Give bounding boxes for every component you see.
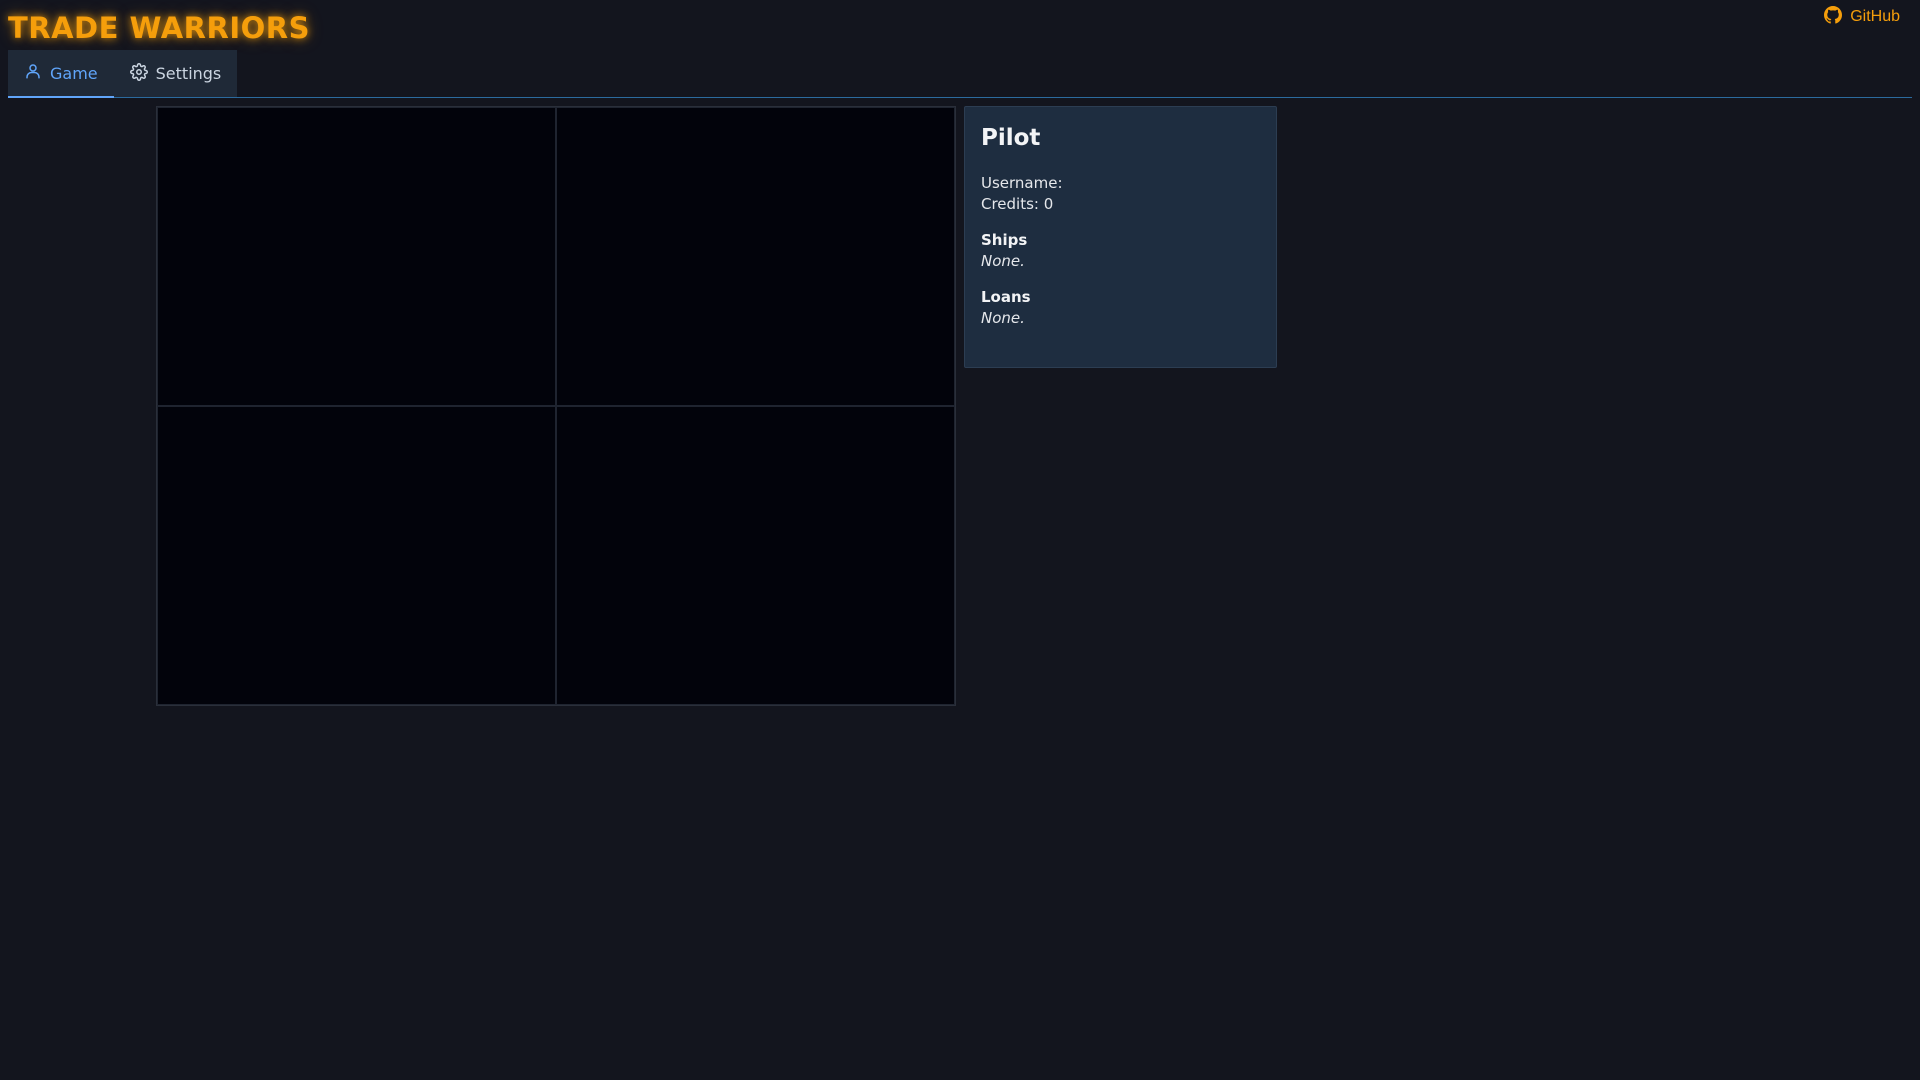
username-label: Username: — [981, 174, 1063, 192]
grid-cell-bottom-right[interactable] — [556, 406, 955, 705]
ships-heading: Ships — [981, 231, 1028, 249]
credits-row: Credits: 0 — [981, 194, 1260, 215]
app-title: TRADE WARRIORS — [8, 11, 310, 45]
github-icon — [1824, 5, 1843, 29]
tab-game-label: Game — [50, 63, 98, 83]
credits-value: 0 — [1043, 195, 1054, 213]
grid-cell-bottom-left[interactable] — [157, 406, 556, 705]
tab-settings-label: Settings — [155, 64, 222, 83]
tab-bar: Game Settings — [8, 50, 1912, 98]
app-header: TRADE WARRIORS — [8, 8, 310, 48]
pilot-title: Pilot — [981, 125, 1041, 151]
github-link[interactable]: GitHub — [1824, 5, 1900, 29]
game-grid[interactable] — [156, 106, 956, 706]
github-label: GitHub — [1850, 8, 1900, 25]
grid-cell-top-left[interactable] — [157, 107, 556, 406]
grid-cell-top-right[interactable] — [556, 107, 955, 406]
tab-game[interactable]: Game — [8, 50, 114, 98]
gear-icon — [129, 62, 148, 85]
tab-settings[interactable]: Settings — [113, 50, 238, 97]
credits-label: Credits: — [981, 195, 1039, 213]
loans-value: None. — [981, 309, 1025, 327]
pilot-panel: Pilot Username: Credits: 0 Ships None. L… — [964, 106, 1277, 368]
user-icon — [24, 62, 42, 84]
ships-value: None. — [981, 252, 1025, 270]
username-row: Username: — [981, 173, 1260, 194]
loans-heading: Loans — [981, 288, 1031, 306]
